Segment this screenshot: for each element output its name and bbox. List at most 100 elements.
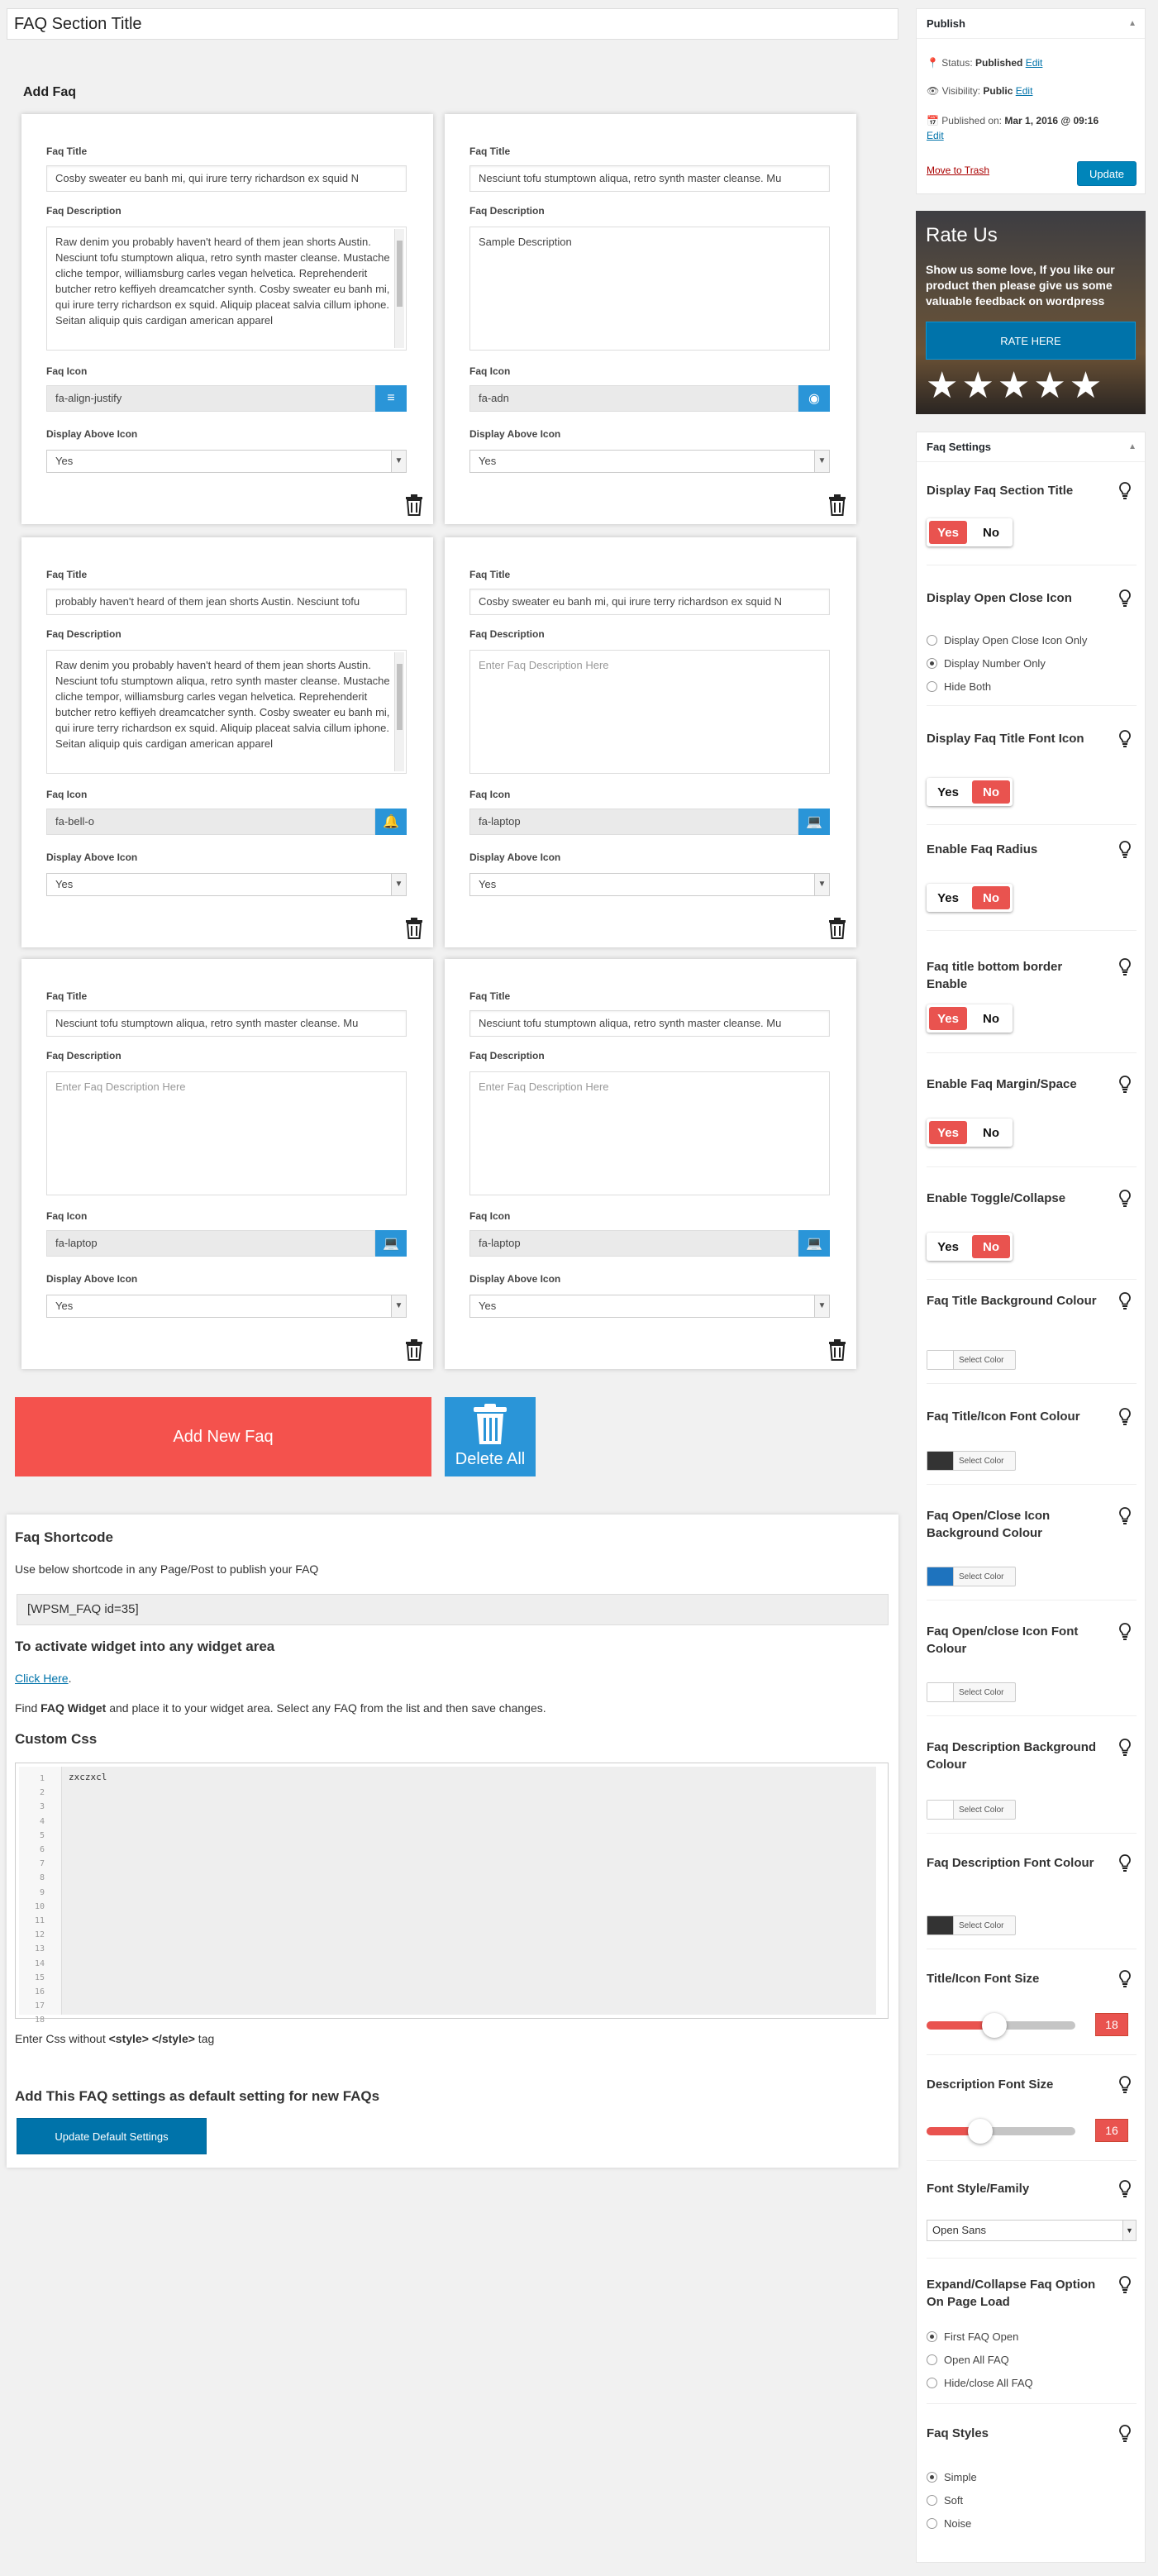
faq-description-textarea[interactable]: Sample Description: [469, 227, 830, 351]
desc-bg-color-picker[interactable]: Select Color: [927, 1800, 1016, 1820]
faq-title-input[interactable]: Nesciunt tofu stumptown aliqua, retro sy…: [46, 1010, 407, 1037]
update-default-settings-button[interactable]: Update Default Settings: [17, 2118, 207, 2154]
style-radio[interactable]: Soft: [927, 2494, 963, 2507]
faq-title-input[interactable]: Nesciunt tofu stumptown aliqua, retro sy…: [469, 1010, 830, 1037]
delete-faq-trash-icon[interactable]: [828, 918, 846, 939]
open-close-radio[interactable]: Hide Both: [927, 680, 991, 693]
enable-toggle-toggle[interactable]: Yes No: [927, 1233, 1013, 1261]
edit-status-link[interactable]: Edit: [1026, 57, 1043, 69]
no-option[interactable]: No: [972, 1121, 1010, 1144]
no-option[interactable]: No: [972, 1007, 1010, 1030]
desc-font-color-picker[interactable]: Select Color: [927, 1915, 1016, 1935]
faq-description-textarea[interactable]: Enter Faq Description Here: [469, 1071, 830, 1195]
faq-icon-input[interactable]: fa-bell-o: [46, 809, 375, 835]
style-radio[interactable]: Noise: [927, 2517, 971, 2530]
collapse-icon[interactable]: ▲: [1128, 432, 1137, 462]
title-bg-color-picker[interactable]: Select Color: [927, 1350, 1016, 1370]
faq-title-input[interactable]: probably haven't heard of them jean shor…: [46, 589, 407, 615]
enable-margin-toggle[interactable]: Yes No: [927, 1119, 1013, 1147]
no-option[interactable]: No: [972, 780, 1010, 804]
collapse-icon[interactable]: ▲: [1128, 9, 1137, 39]
lightbulb-icon[interactable]: [1118, 1408, 1132, 1426]
delete-faq-trash-icon[interactable]: [405, 918, 423, 939]
icon-picker-button[interactable]: 💻: [798, 809, 830, 835]
edit-date-link[interactable]: Edit: [927, 130, 944, 141]
lightbulb-icon[interactable]: [1118, 2276, 1132, 2294]
icon-picker-button[interactable]: ◉: [798, 385, 830, 412]
lightbulb-icon[interactable]: [1118, 841, 1132, 859]
display-section-title-toggle[interactable]: Yes No: [927, 518, 1013, 546]
faq-description-textarea[interactable]: Enter Faq Description Here: [469, 650, 830, 774]
icon-picker-button[interactable]: 🔔: [375, 809, 407, 835]
expand-radio[interactable]: Hide/close All FAQ: [927, 2377, 1033, 2389]
faq-icon-input[interactable]: fa-laptop: [46, 1230, 375, 1257]
faq-description-textarea[interactable]: Enter Faq Description Here: [46, 1071, 407, 1195]
icon-picker-button[interactable]: 💻: [375, 1230, 407, 1257]
lightbulb-icon[interactable]: [1118, 1190, 1132, 1208]
edit-visibility-link[interactable]: Edit: [1016, 85, 1033, 97]
lightbulb-icon[interactable]: [1118, 730, 1132, 748]
custom-css-editor[interactable]: 1 2 3 4 5 6 7 8 9 10 11 12 13 14 15 16 17 18 zxczxcl: [15, 1763, 889, 2025]
desc-font-size-slider[interactable]: [927, 2119, 1075, 2144]
lightbulb-icon[interactable]: [1118, 1854, 1132, 1872]
delete-all-button[interactable]: Delete All: [445, 1397, 536, 1476]
delete-faq-trash-icon[interactable]: [405, 494, 423, 516]
lightbulb-icon[interactable]: [1118, 1292, 1132, 1310]
desc-font-size-value[interactable]: 16: [1095, 2119, 1128, 2142]
lightbulb-icon[interactable]: [1118, 1739, 1132, 1757]
faq-icon-input[interactable]: fa-align-justify: [46, 385, 375, 412]
no-option[interactable]: No: [972, 1235, 1010, 1258]
no-option[interactable]: No: [972, 886, 1010, 909]
open-close-radio[interactable]: Display Open Close Icon Only: [927, 634, 1087, 646]
display-above-icon-select[interactable]: Yes ▼: [469, 873, 830, 896]
faq-icon-input[interactable]: fa-laptop: [469, 809, 798, 835]
lightbulb-icon[interactable]: [1118, 1076, 1132, 1094]
display-above-icon-select[interactable]: Yes ▼: [46, 450, 407, 473]
display-above-icon-select[interactable]: Yes ▼: [469, 450, 830, 473]
open-close-bg-color-picker[interactable]: Select Color: [927, 1567, 1016, 1586]
display-above-icon-select[interactable]: Yes ▼: [46, 873, 407, 896]
faq-icon-input[interactable]: fa-laptop: [469, 1230, 798, 1257]
title-bottom-border-toggle[interactable]: Yes No: [927, 1004, 1013, 1033]
faq-title-input[interactable]: Cosby sweater eu banh mi, qui irure terr…: [469, 589, 830, 615]
title-icon-font-color-picker[interactable]: Select Color: [927, 1451, 1016, 1471]
lightbulb-icon[interactable]: [1118, 2076, 1132, 2094]
icon-picker-button[interactable]: 💻: [798, 1230, 830, 1257]
rating-stars[interactable]: ★★★★★: [926, 368, 1105, 404]
shortcode-field[interactable]: [WPSM_FAQ id=35]: [17, 1594, 889, 1625]
add-new-faq-button[interactable]: Add New Faq: [15, 1397, 431, 1476]
display-above-icon-select[interactable]: Yes ▼: [46, 1295, 407, 1318]
yes-option[interactable]: Yes: [929, 1121, 967, 1144]
slider-handle[interactable]: [968, 2119, 993, 2144]
delete-faq-trash-icon[interactable]: [405, 1339, 423, 1361]
lightbulb-icon[interactable]: [1118, 1507, 1132, 1525]
textarea-scrollbar[interactable]: [394, 652, 404, 771]
click-here-link[interactable]: Click Here: [15, 1672, 69, 1685]
lightbulb-icon[interactable]: [1118, 958, 1132, 976]
lightbulb-icon[interactable]: [1118, 482, 1132, 500]
faq-description-textarea[interactable]: Raw denim you probably haven't heard of …: [46, 227, 407, 351]
yes-option[interactable]: Yes: [929, 780, 967, 804]
enable-radius-toggle[interactable]: Yes No: [927, 884, 1013, 912]
open-close-font-color-picker[interactable]: Select Color: [927, 1682, 1016, 1702]
lightbulb-icon[interactable]: [1118, 1623, 1132, 1641]
display-title-font-icon-toggle[interactable]: Yes No: [927, 778, 1013, 806]
display-above-icon-select[interactable]: Yes ▼: [469, 1295, 830, 1318]
title-font-size-slider[interactable]: [927, 2013, 1075, 2038]
yes-option[interactable]: Yes: [929, 886, 967, 909]
faq-description-textarea[interactable]: Raw denim you probably haven't heard of …: [46, 650, 407, 774]
faq-section-title-input[interactable]: FAQ Section Title: [7, 8, 898, 40]
yes-option[interactable]: Yes: [929, 521, 967, 544]
css-code[interactable]: zxczxcl: [62, 1767, 876, 2015]
slider-handle[interactable]: [982, 2013, 1007, 2038]
textarea-scrollbar[interactable]: [394, 229, 404, 348]
title-font-size-value[interactable]: 18: [1095, 2013, 1128, 2036]
open-close-radio[interactable]: Display Number Only: [927, 657, 1046, 670]
yes-option[interactable]: Yes: [929, 1007, 967, 1030]
expand-radio[interactable]: First FAQ Open: [927, 2330, 1018, 2343]
yes-option[interactable]: Yes: [929, 1235, 967, 1258]
faq-icon-input[interactable]: fa-adn: [469, 385, 798, 412]
style-radio[interactable]: Simple: [927, 2471, 977, 2483]
faq-title-input[interactable]: Cosby sweater eu banh mi, qui irure terr…: [46, 165, 407, 192]
lightbulb-icon[interactable]: [1118, 2180, 1132, 2198]
